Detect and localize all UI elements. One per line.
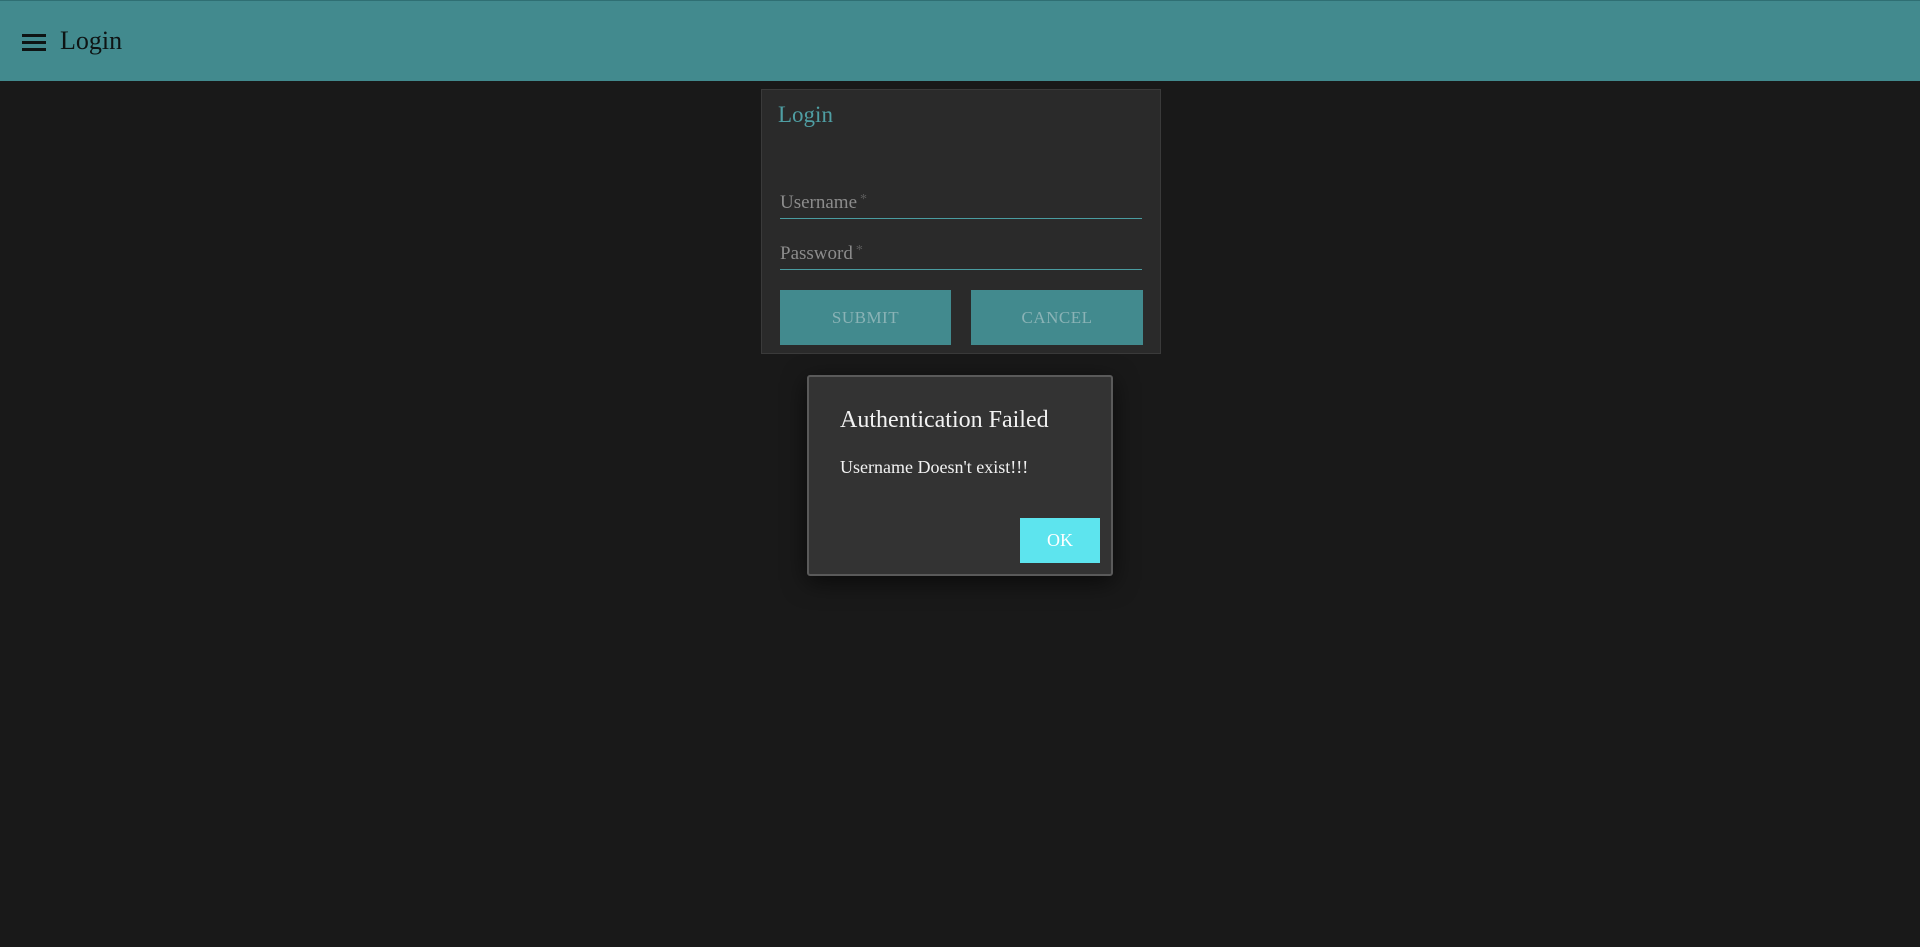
ok-button[interactable]: OK (1020, 518, 1100, 563)
cancel-button[interactable]: CANCEL (971, 290, 1143, 345)
top-app-bar: Login (0, 0, 1920, 81)
auth-failed-dialog: Authentication Failed Username Doesn't e… (807, 375, 1113, 576)
app-bar-title: Login (60, 26, 123, 55)
username-input[interactable] (780, 190, 1142, 218)
password-field[interactable]: Password * (780, 241, 1142, 270)
menu-icon[interactable] (22, 34, 46, 52)
submit-button[interactable]: SUBMIT (780, 290, 951, 345)
dialog-message: Username Doesn't exist!!! (840, 457, 1029, 477)
password-input[interactable] (780, 241, 1142, 269)
dialog-title: Authentication Failed (840, 407, 1049, 433)
username-field[interactable]: Username * (780, 190, 1142, 219)
login-card-title: Login (778, 102, 833, 127)
